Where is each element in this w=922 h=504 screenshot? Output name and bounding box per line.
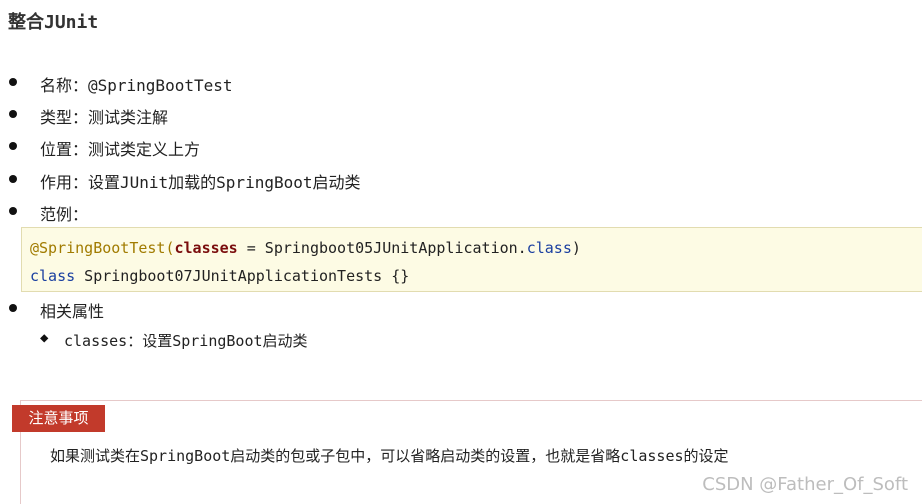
list-bullet (9, 78, 17, 86)
list-item-type: 类型：测试类注解 (40, 108, 169, 127)
list-bullet (9, 142, 17, 150)
note-tag: 注意事项 (12, 405, 105, 432)
list-item-related: 相关属性 (40, 302, 105, 321)
list-item-example: 范例： (40, 205, 89, 224)
page-title: 整合JUnit (8, 12, 99, 33)
note-text: 如果测试类在SpringBoot启动类的包或子包中，可以省略启动类的设置，也就是… (50, 447, 729, 465)
diamond-bullet-icon: ◆ (40, 330, 49, 346)
list-bullet (9, 110, 17, 118)
list-item-position: 位置：测试类定义上方 (40, 140, 201, 159)
list-item-purpose: 作用：设置JUnit加载的SpringBoot启动类 (40, 173, 361, 192)
code-text: = Springboot05JUnitApplication. (237, 239, 527, 257)
code-keyword: class (30, 267, 76, 285)
list-bullet (9, 304, 17, 312)
code-paren: ( (165, 239, 175, 257)
code-param: classes (174, 239, 238, 257)
code-text: Springboot07JUnitApplicationTests {} (75, 267, 410, 285)
code-paren: ) (571, 239, 581, 257)
code-line-2: class Springboot07JUnitApplicationTests … (30, 262, 922, 290)
attribute-item: classes：设置SpringBoot启动类 (64, 332, 308, 350)
list-bullet (9, 175, 17, 183)
code-line-1: @SpringBootTest(classes = Springboot05JU… (30, 234, 922, 262)
code-annotation: @SpringBootTest (30, 239, 166, 257)
list-item-name: 名称：@SpringBootTest (40, 76, 233, 95)
watermark: CSDN @Father_Of_Soft (702, 474, 908, 495)
code-keyword: class (526, 239, 572, 257)
list-bullet (9, 207, 17, 215)
code-block: @SpringBootTest(classes = Springboot05JU… (21, 227, 922, 292)
